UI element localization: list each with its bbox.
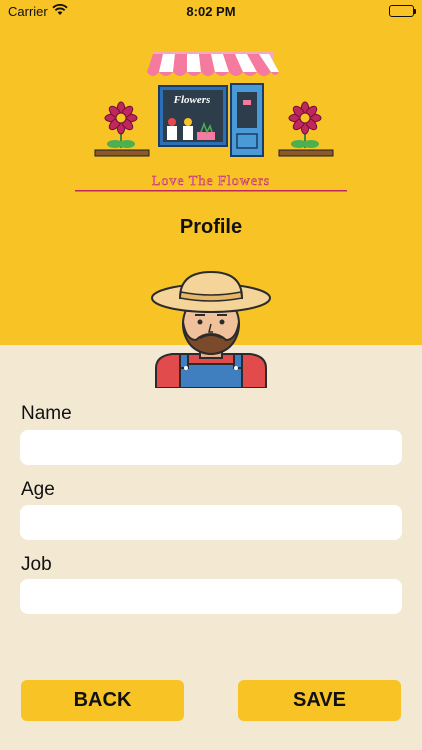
job-input[interactable] bbox=[20, 579, 402, 614]
page-title: Profile bbox=[179, 216, 243, 238]
shop-door-icon bbox=[230, 83, 264, 157]
name-label: Name bbox=[21, 403, 72, 424]
flower-right-icon bbox=[278, 101, 334, 157]
flower-shop-logo: Flowers Love The Flowers bbox=[75, 52, 347, 192]
battery-icon bbox=[389, 5, 416, 17]
awning-icon bbox=[147, 52, 279, 76]
back-button[interactable]: BACK bbox=[21, 680, 184, 721]
status-time: 8:02 PM bbox=[186, 4, 236, 19]
job-label: Job bbox=[21, 554, 52, 575]
status-bar: Carrier 8:02 PM bbox=[0, 0, 422, 22]
svg-text:Love The Flowers: Love The Flowers bbox=[152, 174, 270, 189]
svg-text:Flowers: Flowers bbox=[173, 94, 211, 106]
age-input[interactable] bbox=[20, 505, 402, 540]
farmer-avatar bbox=[151, 270, 271, 388]
save-button[interactable]: SAVE bbox=[238, 680, 401, 721]
age-label: Age bbox=[21, 479, 55, 500]
flower-left-icon bbox=[94, 101, 150, 157]
name-input[interactable] bbox=[20, 430, 402, 465]
